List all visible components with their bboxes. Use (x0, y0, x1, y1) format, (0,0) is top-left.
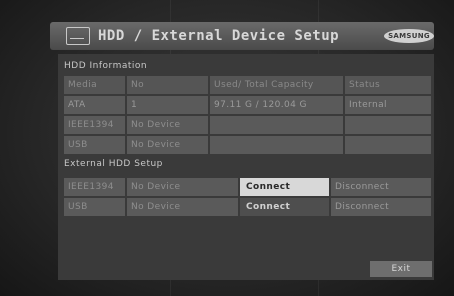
external-row-status: No Device (127, 178, 238, 196)
connect-button-ieee1394[interactable]: Connect (240, 178, 329, 196)
hdd-icon (66, 27, 90, 45)
table-cell-media: USB (64, 136, 125, 154)
table-cell-capacity (210, 136, 343, 154)
table-cell-capacity: 97.11 G / 120.04 G (210, 96, 343, 114)
disconnect-button-usb[interactable]: Disconnect (331, 198, 431, 216)
external-row-status: No Device (127, 198, 238, 216)
table-cell-media: ATA (64, 96, 125, 114)
column-header-no: No (127, 76, 208, 94)
exit-button[interactable]: Exit (370, 261, 432, 277)
column-header-capacity: Used/ Total Capacity (210, 76, 343, 94)
table-cell-status (345, 136, 431, 154)
disconnect-button-ieee1394[interactable]: Disconnect (331, 178, 431, 196)
table-cell-status (345, 116, 431, 134)
section-label-external-setup: External HDD Setup (64, 159, 163, 169)
table-cell-status: Internal (345, 96, 431, 114)
external-row-media: IEEE1394 (64, 178, 125, 196)
table-cell-no: 1 (127, 96, 208, 114)
external-row-media: USB (64, 198, 125, 216)
column-header-status: Status (345, 76, 431, 94)
column-header-media: Media (64, 76, 125, 94)
brand-logo: SAMSUNG (384, 29, 434, 43)
table-cell-capacity (210, 116, 343, 134)
page-title: HDD / External Device Setup (98, 28, 340, 44)
table-cell-no: No Device (127, 116, 208, 134)
table-cell-media: IEEE1394 (64, 116, 125, 134)
table-cell-no: No Device (127, 136, 208, 154)
section-label-hdd-information: HDD Information (64, 61, 148, 71)
connect-button-usb[interactable]: Connect (240, 198, 329, 216)
